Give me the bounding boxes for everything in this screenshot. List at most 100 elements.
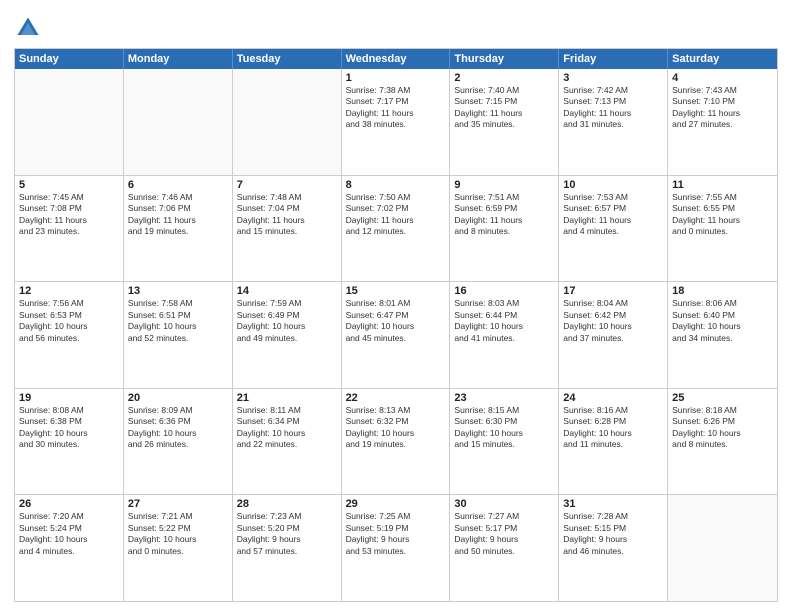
weekday-header-sunday: Sunday [15,49,124,69]
day-number: 24 [563,392,663,404]
day-cell-empty-0-1 [124,69,233,175]
day-number: 9 [454,179,554,191]
day-cell-28: 28Sunrise: 7:23 AM Sunset: 5:20 PM Dayli… [233,495,342,601]
day-number: 17 [563,285,663,297]
day-info: Sunrise: 8:18 AM Sunset: 6:26 PM Dayligh… [672,405,773,451]
day-info: Sunrise: 8:11 AM Sunset: 6:34 PM Dayligh… [237,405,337,451]
day-info: Sunrise: 8:06 AM Sunset: 6:40 PM Dayligh… [672,298,773,344]
day-number: 22 [346,392,446,404]
day-cell-8: 8Sunrise: 7:50 AM Sunset: 7:02 PM Daylig… [342,176,451,282]
day-cell-empty-4-6 [668,495,777,601]
day-cell-30: 30Sunrise: 7:27 AM Sunset: 5:17 PM Dayli… [450,495,559,601]
day-number: 29 [346,498,446,510]
weekday-header-friday: Friday [559,49,668,69]
day-cell-18: 18Sunrise: 8:06 AM Sunset: 6:40 PM Dayli… [668,282,777,388]
weekday-header-thursday: Thursday [450,49,559,69]
day-number: 4 [672,72,773,84]
day-number: 23 [454,392,554,404]
day-cell-24: 24Sunrise: 8:16 AM Sunset: 6:28 PM Dayli… [559,389,668,495]
logo [14,14,46,42]
day-number: 26 [19,498,119,510]
calendar: SundayMondayTuesdayWednesdayThursdayFrid… [14,48,778,602]
calendar-row-4: 26Sunrise: 7:20 AM Sunset: 5:24 PM Dayli… [15,494,777,601]
day-number: 31 [563,498,663,510]
day-info: Sunrise: 8:15 AM Sunset: 6:30 PM Dayligh… [454,405,554,451]
weekday-header-saturday: Saturday [668,49,777,69]
day-cell-17: 17Sunrise: 8:04 AM Sunset: 6:42 PM Dayli… [559,282,668,388]
day-number: 27 [128,498,228,510]
day-info: Sunrise: 7:21 AM Sunset: 5:22 PM Dayligh… [128,511,228,557]
calendar-row-1: 5Sunrise: 7:45 AM Sunset: 7:08 PM Daylig… [15,175,777,282]
day-cell-14: 14Sunrise: 7:59 AM Sunset: 6:49 PM Dayli… [233,282,342,388]
day-number: 7 [237,179,337,191]
day-info: Sunrise: 7:46 AM Sunset: 7:06 PM Dayligh… [128,192,228,238]
day-cell-2: 2Sunrise: 7:40 AM Sunset: 7:15 PM Daylig… [450,69,559,175]
day-number: 25 [672,392,773,404]
day-number: 21 [237,392,337,404]
day-cell-20: 20Sunrise: 8:09 AM Sunset: 6:36 PM Dayli… [124,389,233,495]
day-cell-3: 3Sunrise: 7:42 AM Sunset: 7:13 PM Daylig… [559,69,668,175]
calendar-header: SundayMondayTuesdayWednesdayThursdayFrid… [15,49,777,69]
page: SundayMondayTuesdayWednesdayThursdayFrid… [0,0,792,612]
calendar-row-2: 12Sunrise: 7:56 AM Sunset: 6:53 PM Dayli… [15,281,777,388]
day-info: Sunrise: 7:48 AM Sunset: 7:04 PM Dayligh… [237,192,337,238]
day-number: 13 [128,285,228,297]
day-cell-4: 4Sunrise: 7:43 AM Sunset: 7:10 PM Daylig… [668,69,777,175]
weekday-header-monday: Monday [124,49,233,69]
day-number: 3 [563,72,663,84]
day-cell-19: 19Sunrise: 8:08 AM Sunset: 6:38 PM Dayli… [15,389,124,495]
day-number: 30 [454,498,554,510]
day-cell-29: 29Sunrise: 7:25 AM Sunset: 5:19 PM Dayli… [342,495,451,601]
day-cell-31: 31Sunrise: 7:28 AM Sunset: 5:15 PM Dayli… [559,495,668,601]
day-info: Sunrise: 7:58 AM Sunset: 6:51 PM Dayligh… [128,298,228,344]
day-info: Sunrise: 7:25 AM Sunset: 5:19 PM Dayligh… [346,511,446,557]
day-number: 2 [454,72,554,84]
logo-icon [14,14,42,42]
day-info: Sunrise: 7:42 AM Sunset: 7:13 PM Dayligh… [563,85,663,131]
calendar-body: 1Sunrise: 7:38 AM Sunset: 7:17 PM Daylig… [15,69,777,601]
day-cell-empty-0-2 [233,69,342,175]
day-info: Sunrise: 7:38 AM Sunset: 7:17 PM Dayligh… [346,85,446,131]
day-number: 12 [19,285,119,297]
day-cell-empty-0-0 [15,69,124,175]
day-cell-22: 22Sunrise: 8:13 AM Sunset: 6:32 PM Dayli… [342,389,451,495]
day-info: Sunrise: 7:50 AM Sunset: 7:02 PM Dayligh… [346,192,446,238]
day-cell-6: 6Sunrise: 7:46 AM Sunset: 7:06 PM Daylig… [124,176,233,282]
day-info: Sunrise: 7:28 AM Sunset: 5:15 PM Dayligh… [563,511,663,557]
day-number: 14 [237,285,337,297]
day-cell-16: 16Sunrise: 8:03 AM Sunset: 6:44 PM Dayli… [450,282,559,388]
day-info: Sunrise: 8:01 AM Sunset: 6:47 PM Dayligh… [346,298,446,344]
day-info: Sunrise: 7:40 AM Sunset: 7:15 PM Dayligh… [454,85,554,131]
day-number: 5 [19,179,119,191]
day-info: Sunrise: 8:09 AM Sunset: 6:36 PM Dayligh… [128,405,228,451]
calendar-row-0: 1Sunrise: 7:38 AM Sunset: 7:17 PM Daylig… [15,69,777,175]
day-info: Sunrise: 7:27 AM Sunset: 5:17 PM Dayligh… [454,511,554,557]
day-number: 10 [563,179,663,191]
day-info: Sunrise: 7:43 AM Sunset: 7:10 PM Dayligh… [672,85,773,131]
day-info: Sunrise: 7:23 AM Sunset: 5:20 PM Dayligh… [237,511,337,557]
weekday-header-tuesday: Tuesday [233,49,342,69]
day-info: Sunrise: 7:55 AM Sunset: 6:55 PM Dayligh… [672,192,773,238]
day-info: Sunrise: 8:13 AM Sunset: 6:32 PM Dayligh… [346,405,446,451]
day-info: Sunrise: 8:16 AM Sunset: 6:28 PM Dayligh… [563,405,663,451]
day-cell-25: 25Sunrise: 8:18 AM Sunset: 6:26 PM Dayli… [668,389,777,495]
day-number: 11 [672,179,773,191]
day-number: 28 [237,498,337,510]
day-info: Sunrise: 7:53 AM Sunset: 6:57 PM Dayligh… [563,192,663,238]
day-number: 8 [346,179,446,191]
day-info: Sunrise: 8:03 AM Sunset: 6:44 PM Dayligh… [454,298,554,344]
day-number: 18 [672,285,773,297]
day-cell-27: 27Sunrise: 7:21 AM Sunset: 5:22 PM Dayli… [124,495,233,601]
day-info: Sunrise: 8:08 AM Sunset: 6:38 PM Dayligh… [19,405,119,451]
day-number: 6 [128,179,228,191]
day-cell-12: 12Sunrise: 7:56 AM Sunset: 6:53 PM Dayli… [15,282,124,388]
day-cell-10: 10Sunrise: 7:53 AM Sunset: 6:57 PM Dayli… [559,176,668,282]
day-info: Sunrise: 7:51 AM Sunset: 6:59 PM Dayligh… [454,192,554,238]
weekday-header-wednesday: Wednesday [342,49,451,69]
calendar-row-3: 19Sunrise: 8:08 AM Sunset: 6:38 PM Dayli… [15,388,777,495]
day-number: 1 [346,72,446,84]
day-cell-7: 7Sunrise: 7:48 AM Sunset: 7:04 PM Daylig… [233,176,342,282]
day-number: 16 [454,285,554,297]
day-cell-15: 15Sunrise: 8:01 AM Sunset: 6:47 PM Dayli… [342,282,451,388]
day-number: 19 [19,392,119,404]
